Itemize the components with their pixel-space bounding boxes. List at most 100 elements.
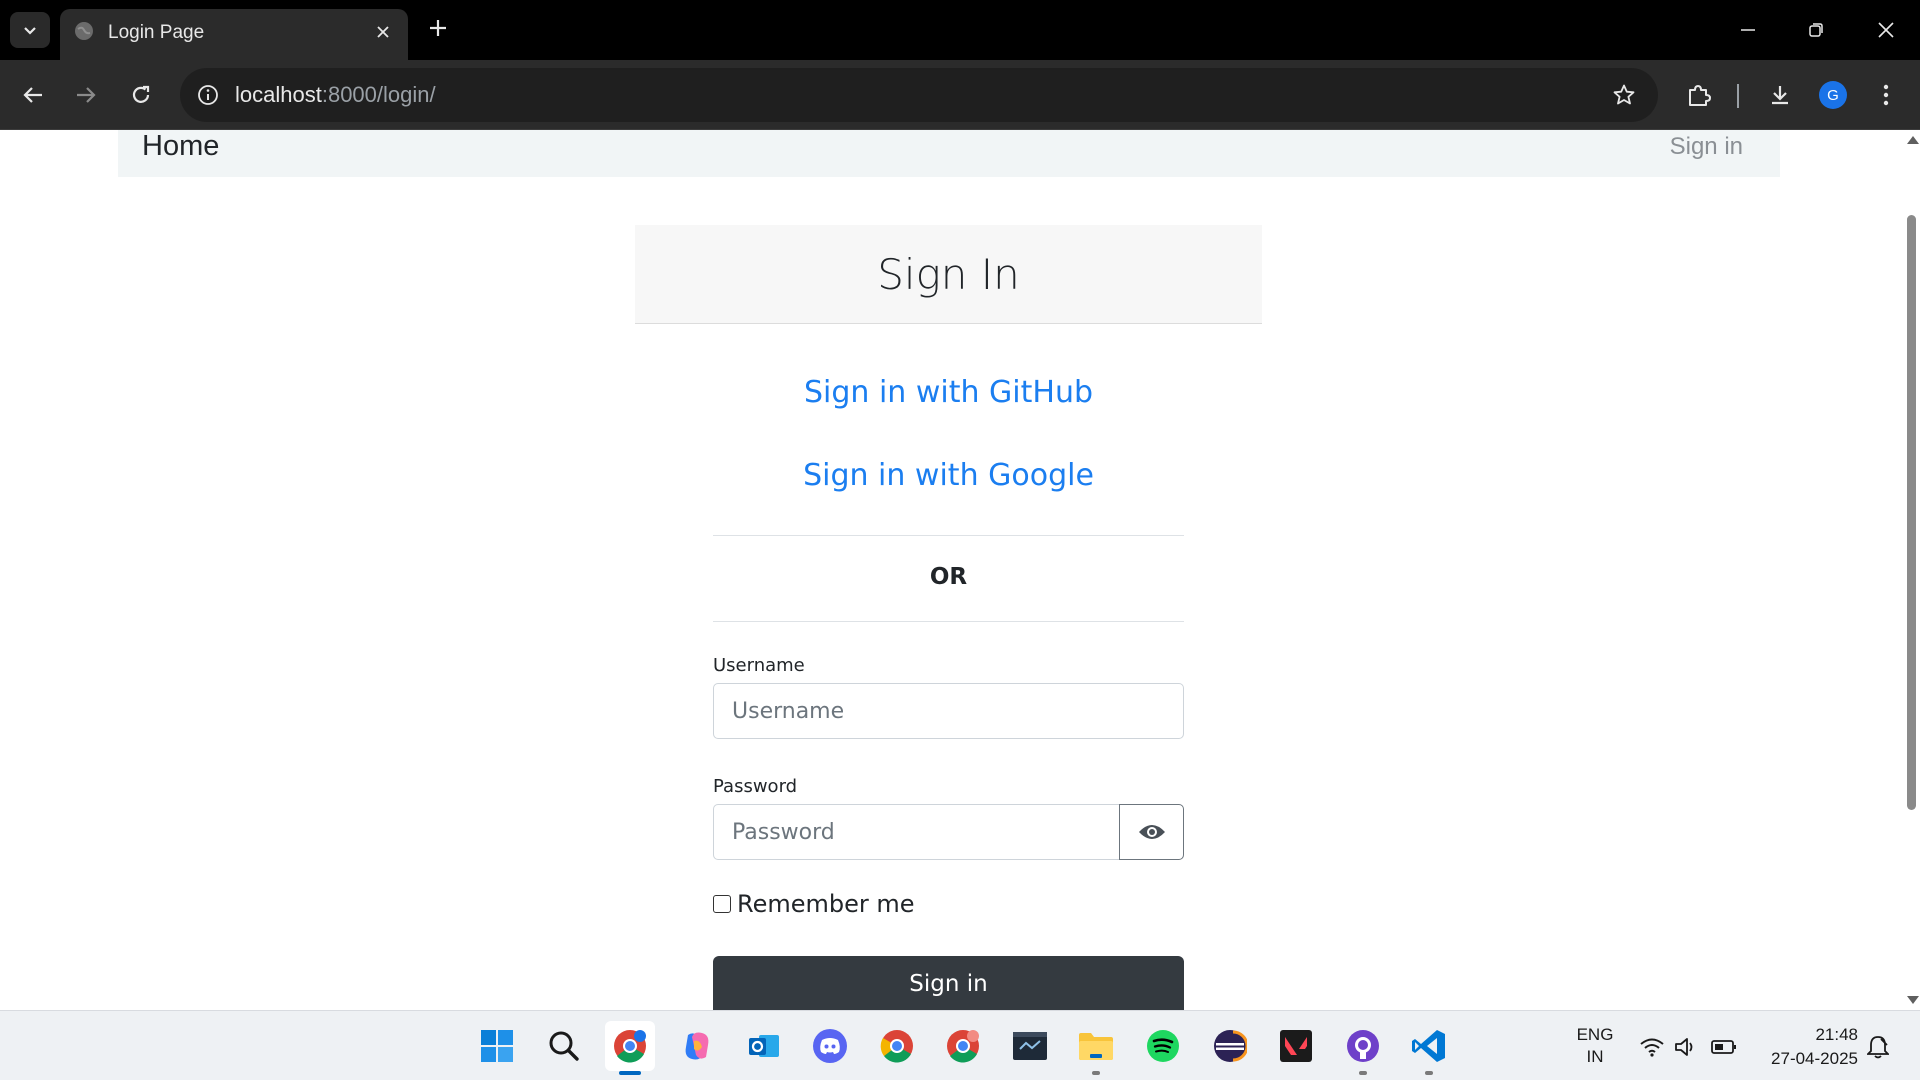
navbar-signin-link[interactable]: Sign in [1670, 133, 1743, 161]
wifi-status[interactable] [1638, 1033, 1666, 1061]
language-code: ENG [1576, 1025, 1614, 1044]
restore-icon [1809, 23, 1823, 37]
browser-tab[interactable]: Login Page [60, 9, 408, 60]
running-app-indicator [1092, 1071, 1100, 1075]
page-viewport: Home Sign in Sign In Sign in with GitHub… [0, 130, 1903, 1010]
browser-toolbar: localhost:8000/login/ G [0, 60, 1920, 130]
downloads-button[interactable] [1760, 75, 1800, 115]
taskbar-valorant-app[interactable] [1271, 1021, 1321, 1071]
taskbar-chrome-profile-app[interactable] [605, 1021, 655, 1075]
taskbar-file-explorer-app[interactable] [1071, 1021, 1121, 1075]
battery-status[interactable] [1710, 1033, 1738, 1061]
star-icon [1613, 84, 1635, 105]
windows-logo-icon [481, 1030, 513, 1062]
remember-me-label[interactable]: Remember me [737, 890, 915, 918]
system-clock[interactable]: 21:48 27-04-2025 [1748, 1023, 1858, 1071]
password-input[interactable] [713, 804, 1120, 860]
google-signin-link[interactable]: Sign in with Google [635, 458, 1262, 493]
username-input[interactable] [713, 683, 1184, 739]
username-label: Username [713, 655, 805, 676]
more-vertical-icon [1883, 84, 1889, 106]
folder-icon [1079, 1033, 1113, 1060]
eye-icon [1138, 825, 1165, 839]
divider-top [713, 535, 1184, 536]
taskbar-search-button[interactable] [539, 1021, 589, 1071]
taskbar-vscode-app[interactable] [1404, 1021, 1454, 1075]
active-app-indicator [619, 1071, 641, 1075]
start-button[interactable] [472, 1021, 522, 1071]
reload-button[interactable] [121, 75, 161, 115]
extensions-button[interactable] [1679, 75, 1719, 115]
taskbar-spotify-app[interactable] [1138, 1021, 1188, 1071]
taskbar-mysql-workbench-app[interactable] [1005, 1021, 1055, 1071]
arrow-right-icon [77, 87, 96, 103]
scroll-up-arrow-icon[interactable] [1907, 136, 1919, 144]
clock-date: 27-04-2025 [1771, 1049, 1858, 1068]
taskbar-eclipse-app[interactable] [1205, 1021, 1255, 1071]
tab-close-button[interactable] [370, 19, 396, 45]
eclipse-icon [1214, 1030, 1247, 1062]
github-signin-link[interactable]: Sign in with GitHub [635, 375, 1262, 410]
windows-taskbar: ENG IN 21:48 27-04-2025 [0, 1010, 1920, 1080]
discord-icon [813, 1029, 847, 1063]
speaker-icon [1675, 1038, 1693, 1056]
restore-button[interactable] [1796, 12, 1836, 48]
input-language-indicator[interactable]: ENG IN [1572, 1024, 1618, 1068]
outlook-icon [749, 1035, 779, 1057]
or-separator: OR [929, 564, 968, 590]
taskbar-outlook-app[interactable] [739, 1021, 789, 1071]
scrollbar-thumb[interactable] [1907, 215, 1916, 810]
page-scrollbar[interactable] [1903, 130, 1920, 1010]
signin-submit-button[interactable]: Sign in [713, 956, 1184, 1010]
spotify-icon [1147, 1030, 1179, 1062]
login-card-header: Sign In [635, 225, 1262, 324]
close-window-button[interactable] [1866, 12, 1906, 48]
back-button[interactable] [13, 75, 53, 115]
close-icon [1878, 22, 1894, 38]
vscode-icon [1412, 1030, 1445, 1062]
url-host: localhost [235, 82, 322, 107]
scroll-down-arrow-icon[interactable] [1907, 996, 1919, 1004]
plus-icon [430, 20, 446, 36]
login-card: Sign In Sign in with GitHub Sign in with… [635, 225, 1262, 1010]
minimize-button[interactable] [1728, 12, 1768, 48]
site-navbar: Home Sign in [118, 130, 1780, 177]
bookmark-button[interactable] [1610, 81, 1638, 109]
toolbar-divider [1737, 84, 1739, 108]
chrome-icon [947, 1030, 979, 1063]
github-icon [1347, 1030, 1379, 1062]
notification-center-button[interactable] [1864, 1033, 1892, 1061]
tab-search-button[interactable] [10, 12, 50, 48]
arrow-left-icon [23, 87, 42, 103]
close-icon [377, 26, 389, 38]
minimize-icon [1741, 29, 1755, 31]
chevron-down-icon [24, 27, 36, 35]
running-app-indicator [1425, 1071, 1433, 1075]
taskbar-copilot-app[interactable] [672, 1021, 722, 1071]
address-bar[interactable]: localhost:8000/login/ [180, 68, 1658, 122]
divider-bottom [713, 621, 1184, 622]
valorant-icon [1280, 1030, 1312, 1062]
volume-status[interactable] [1672, 1033, 1700, 1061]
navbar-brand-home[interactable]: Home [142, 130, 219, 163]
browser-menu-button[interactable] [1866, 75, 1906, 115]
remember-me-checkbox[interactable] [713, 895, 731, 913]
chrome-icon [614, 1030, 646, 1063]
info-icon [198, 85, 218, 105]
remember-me[interactable]: Remember me [713, 890, 915, 918]
profile-button[interactable]: G [1813, 75, 1853, 115]
new-tab-button[interactable] [424, 14, 452, 42]
page-title: Sign In [877, 249, 1020, 299]
toggle-password-visibility-button[interactable] [1119, 804, 1184, 860]
taskbar-discord-app[interactable] [805, 1021, 855, 1071]
taskbar-chrome-profile-2-app[interactable] [938, 1021, 988, 1071]
avatar: G [1819, 81, 1847, 109]
puzzle-icon [1689, 85, 1711, 106]
site-info-button[interactable] [194, 81, 222, 109]
reload-icon [132, 85, 150, 103]
forward-button[interactable] [66, 75, 106, 115]
battery-icon [1711, 1040, 1736, 1054]
download-icon [1772, 86, 1788, 105]
taskbar-github-desktop-app[interactable] [1338, 1021, 1388, 1075]
taskbar-chrome-app[interactable] [872, 1021, 922, 1071]
